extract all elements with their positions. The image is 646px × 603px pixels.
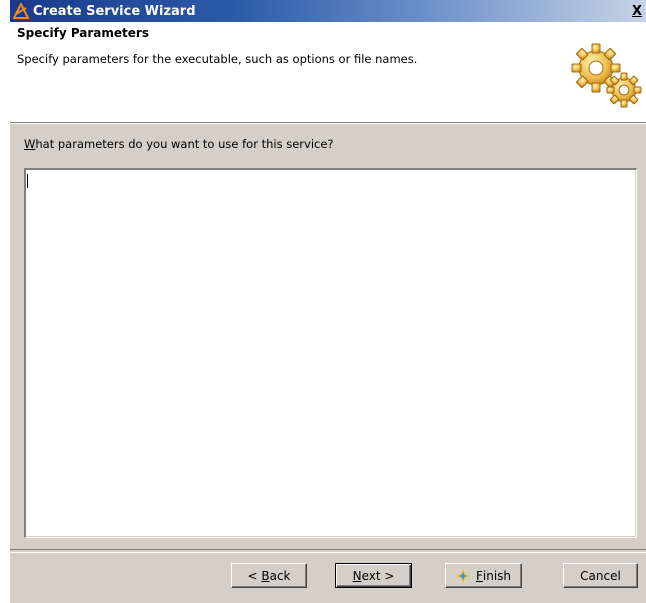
title-bar[interactable]: Create Service Wizard X (10, 0, 646, 22)
header-divider (10, 123, 646, 124)
text-caret (27, 174, 28, 188)
parameters-input[interactable] (24, 168, 637, 538)
prompt-mnemonic: W (24, 137, 36, 151)
back-label: ack (269, 568, 291, 583)
gears-icon (566, 34, 646, 114)
close-button[interactable]: X (628, 2, 646, 20)
page-subtitle: Specify parameters for the executable, s… (17, 52, 418, 66)
page-title: Specify Parameters (17, 26, 149, 40)
window-title: Create Service Wizard (33, 3, 196, 19)
prompt-text: hat parameters do you want to use for th… (35, 137, 334, 151)
back-mnemonic: B (261, 568, 270, 583)
close-icon: X (631, 3, 643, 19)
finish-button[interactable]: Finish (445, 563, 522, 588)
finish-mnemonic: F (475, 568, 483, 583)
back-button[interactable]: < Back (231, 563, 307, 588)
finish-label: inish (482, 568, 512, 583)
app-logo-icon (12, 1, 30, 19)
parameters-prompt: What parameters do you want to use for t… (24, 137, 334, 151)
back-prefix: < (247, 568, 262, 583)
cancel-button[interactable]: Cancel (563, 563, 638, 588)
next-button[interactable]: Next > (335, 563, 412, 588)
create-service-wizard-window: Create Service Wizard X Specify Paramete… (10, 0, 646, 603)
finish-flag-icon (455, 568, 470, 583)
next-label: ext > (361, 568, 395, 583)
cancel-label: Cancel (580, 568, 621, 583)
footer-divider (10, 549, 646, 553)
next-mnemonic: N (352, 568, 362, 583)
wizard-header: Specify Parameters Specify parameters fo… (10, 22, 646, 123)
